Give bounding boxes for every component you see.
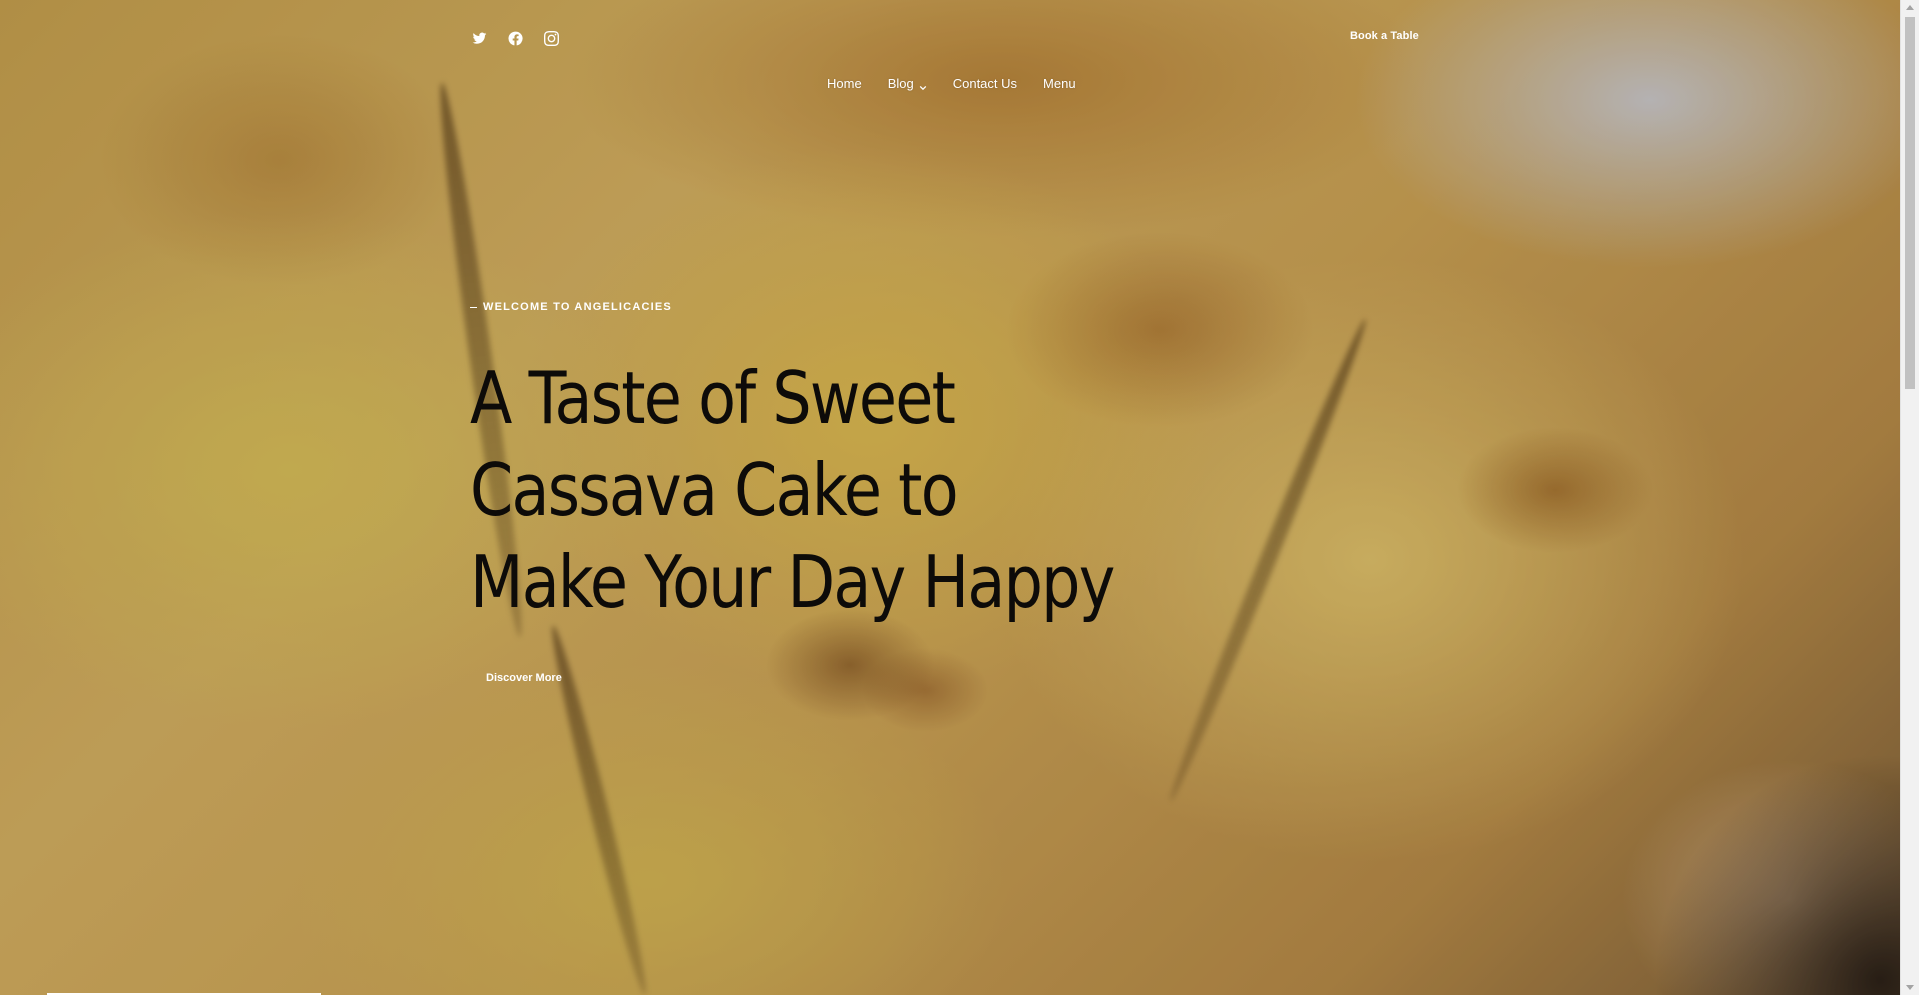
nav-item-blog[interactable]: Blog <box>888 76 927 91</box>
twitter-icon[interactable] <box>469 28 489 48</box>
cake-crack <box>1163 315 1373 805</box>
chevron-down-icon <box>919 80 927 90</box>
nav-item-label: Home <box>827 76 862 91</box>
nav-item-menu[interactable]: Menu <box>1043 76 1076 91</box>
dash-icon <box>470 306 477 308</box>
nav-item-contact-us[interactable]: Contact Us <box>953 76 1017 91</box>
main-nav: Home Blog Contact Us Menu <box>827 76 1076 91</box>
scroll-up-arrow-icon[interactable] <box>1906 5 1914 10</box>
scroll-down-arrow-icon[interactable] <box>1906 985 1914 990</box>
page-viewport: Book a Table Home Blog Contact Us Menu W… <box>0 0 1900 995</box>
hero-eyebrow-text: WELCOME TO ANGELICACIES <box>483 301 672 313</box>
instagram-icon[interactable] <box>541 28 561 48</box>
vertical-scrollbar[interactable] <box>1900 0 1919 995</box>
discover-more-button[interactable]: Discover More <box>486 672 562 684</box>
nav-item-label: Contact Us <box>952 76 1018 91</box>
hero-headline: A Taste of Sweet Cassava Cake to Make Yo… <box>470 352 1124 628</box>
social-links <box>469 28 561 48</box>
scrollbar-thumb[interactable] <box>1905 17 1915 389</box>
hero-headline-line: A Taste of Sweet <box>470 356 956 440</box>
facebook-icon[interactable] <box>505 28 525 48</box>
hero-eyebrow: WELCOME TO ANGELICACIES <box>470 301 672 313</box>
book-table-button[interactable]: Book a Table <box>1350 30 1419 42</box>
nav-item-home[interactable]: Home <box>827 76 862 91</box>
hero-headline-line: Cassava Cake to <box>470 448 959 532</box>
nav-item-label: Menu <box>1043 76 1076 91</box>
nav-item-label: Blog <box>887 76 914 91</box>
hero-headline-line: Make Your Day Happy <box>470 540 1115 624</box>
